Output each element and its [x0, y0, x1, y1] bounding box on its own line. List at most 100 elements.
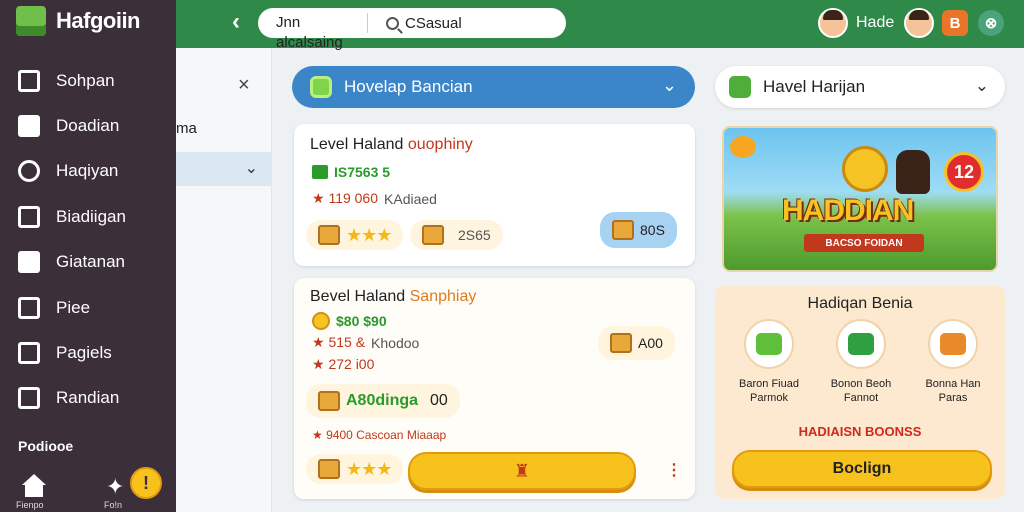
crate-icon	[318, 459, 340, 479]
rocket-icon	[18, 160, 40, 182]
grid-icon	[18, 297, 40, 319]
settings-icon[interactable]: ⊗	[978, 10, 1004, 36]
frame-icon	[18, 387, 40, 409]
sidebar-item-label: Biadiigan	[56, 207, 126, 226]
stars-icon: ★★★	[346, 224, 392, 245]
bonus-item[interactable]: Bonna Han Paras	[918, 319, 988, 405]
brand[interactable]: Hafgoiin	[16, 6, 141, 36]
search-query: CSasual	[405, 14, 462, 32]
sidebar-item-4[interactable]: Giatanan	[18, 251, 125, 273]
panel-label: ma	[176, 120, 197, 137]
crate-icon	[610, 333, 632, 353]
calendar-icon	[18, 206, 40, 228]
crate-icon	[612, 220, 634, 240]
reward-pill: 2S65	[410, 220, 503, 250]
dropdown-label: Havel Harijan	[763, 77, 866, 96]
claim-button[interactable]: 80S	[600, 212, 677, 248]
card-title: Level Haland ouophiny	[310, 136, 473, 153]
search-scope[interactable]: Jnn alcalsaing	[258, 13, 368, 51]
coin-icon	[312, 312, 330, 330]
crate-icon	[318, 391, 340, 411]
alert-badge[interactable]: !	[130, 467, 162, 499]
sidebar-item-1[interactable]: Doadian	[18, 115, 119, 137]
crate-icon	[318, 225, 340, 245]
home-label: Fienpo	[16, 500, 44, 510]
bonus-item[interactable]: Bonon Beoh Fannot	[826, 319, 896, 405]
bundle-pill[interactable]: A80dinga 00	[306, 384, 460, 418]
search-input[interactable]: Jnn alcalsaing CSasual	[258, 8, 566, 51]
chevron-down-icon: ⌄	[244, 160, 258, 177]
profile-button[interactable]: B	[942, 10, 968, 36]
rating-pill: ★★★	[306, 454, 404, 484]
card-title: Bevel Haland Sanphiay	[310, 288, 477, 305]
banner-badge: 12	[944, 152, 984, 192]
banner-title: HADDIAN	[782, 194, 914, 227]
stars-icon: ★★★	[346, 458, 392, 479]
sidebar-item-label: Randian	[56, 388, 120, 407]
chevron-down-icon: ⌄	[974, 76, 989, 95]
more-icon[interactable]: ⋮	[666, 460, 682, 480]
collect-bonus-button[interactable]: Boclign	[732, 450, 992, 488]
sidebar-item-label: Sohpan	[56, 71, 115, 90]
sidebar-section-title: Podiooe	[18, 438, 74, 454]
sidebar-item-3[interactable]: Biadiigan	[18, 206, 126, 228]
avatar[interactable]	[818, 8, 848, 38]
card-meta: ★ 515 & Khodoo	[312, 334, 420, 351]
bonus-card: Hadiqan Benia Baron Fiuad Parmok Bonon B…	[715, 285, 1005, 499]
chest-icon	[18, 115, 40, 137]
chevron-down-icon: ⌄	[661, 75, 677, 95]
bonus-icon	[836, 319, 886, 369]
brand-name: Hafgoiin	[56, 8, 141, 33]
close-icon[interactable]: ×	[238, 74, 250, 97]
card-meta-2: ★ 272 i00	[312, 356, 375, 372]
promo-banner[interactable]: 12 HADDIAN BACSO FOIDAN	[722, 126, 998, 272]
banner-ribbon: BACSO FOIDAN	[804, 234, 924, 252]
sidebar-item-5[interactable]: Piee	[18, 297, 90, 319]
category-dropdown[interactable]: Hovelap Bancian ⌄	[292, 66, 695, 108]
sidebar-item-2[interactable]: Haqiyan	[18, 160, 118, 182]
bonus-title: Hadiqan Benia	[807, 295, 913, 312]
offer-card-1[interactable]: Level Haland ouophiny IS7563 5 ★ 119 060…	[294, 124, 695, 266]
back-icon[interactable]: ‹	[232, 8, 240, 36]
sidebar-item-7[interactable]: Randian	[18, 387, 119, 409]
rating-pill: ★★★	[306, 220, 404, 250]
picture-icon	[18, 342, 40, 364]
sidebar-item-label: Doadian	[56, 116, 120, 135]
star-icon[interactable]: ✦	[106, 474, 124, 500]
sidebar-item-label: Giatanan	[56, 252, 125, 271]
sidebar-item-0[interactable]: Sohpan	[18, 70, 115, 92]
dropdown-label: Hovelap Bancian	[344, 77, 473, 96]
star-label: Fo!n	[104, 500, 123, 510]
buy-button[interactable]: ♜	[408, 452, 636, 490]
card-meta: ★ 119 060 KAdiaed	[312, 190, 437, 207]
game-icon	[310, 76, 332, 98]
bonus-item[interactable]: Baron Fiuad Parmok	[734, 319, 804, 405]
bonus-icon	[744, 319, 794, 369]
house-icon	[18, 251, 40, 273]
level-dropdown[interactable]: Havel Harijan ⌄	[715, 66, 1005, 108]
sidebar-item-label: Haqiyan	[56, 161, 119, 180]
offer-card-2[interactable]: Bevel Haland Sanphiay $80 $90 ★ 515 & Kh…	[294, 278, 695, 499]
coin-icon	[842, 146, 888, 192]
secondary-panel: × ma ⌄	[176, 48, 272, 512]
logo-icon	[16, 6, 46, 36]
user-name: Hade	[856, 14, 895, 31]
friend-avatar[interactable]	[904, 8, 934, 38]
sidebar-item-label: Piee	[56, 298, 91, 317]
crate-icon	[422, 225, 444, 245]
card-meta-3: ★ 9400 Cascoan Miaaap	[312, 428, 447, 442]
reward-pill[interactable]: A00	[598, 326, 675, 360]
character-image	[896, 150, 930, 194]
sidebar: Hafgoiin Sohpan Doadian Haqiyan Biadiiga…	[0, 0, 176, 512]
card-price: $80 $90	[312, 312, 387, 330]
sidebar-item-label: Pagiels	[56, 343, 112, 362]
cash-icon	[312, 165, 328, 179]
card-price: IS7563 5	[312, 164, 390, 180]
sidebar-item-6[interactable]: Pagiels	[18, 342, 112, 364]
speech-bubble-icon	[730, 136, 756, 158]
home-icon[interactable]	[22, 474, 46, 498]
bonus-icon	[928, 319, 978, 369]
leaf-icon	[729, 76, 751, 98]
panel-selected-row[interactable]: ⌄	[176, 152, 272, 186]
cube-icon	[18, 70, 40, 92]
